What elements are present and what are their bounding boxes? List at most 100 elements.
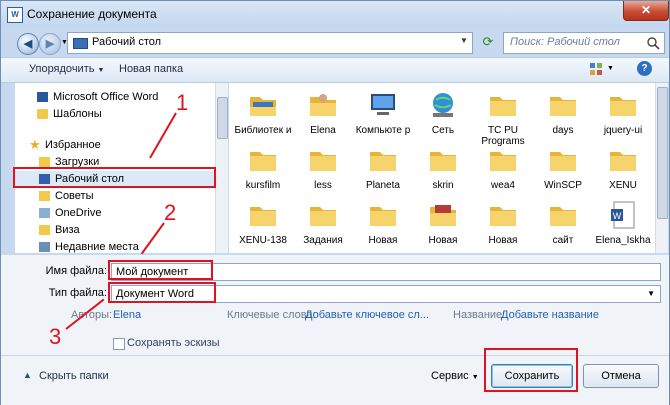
sidebar-item-label: Недавние места	[55, 241, 139, 253]
file-item[interactable]: Новая	[475, 195, 531, 253]
folder-icon	[367, 144, 399, 176]
file-item[interactable]: Новая	[355, 195, 411, 253]
folder-icon	[247, 144, 279, 176]
computer-icon	[367, 89, 399, 121]
view-dropdown-icon[interactable]: ▼	[607, 65, 614, 72]
file-item[interactable]: XENU	[595, 140, 651, 202]
search-placeholder[interactable]: Поиск: Рабочий стол	[510, 36, 620, 48]
chevron-up-icon[interactable]: ▲	[23, 370, 32, 380]
file-item[interactable]: days	[535, 85, 591, 147]
save-dialog: W Сохранение документа ✕ ◀ ▶ ▼ Рабочий с…	[0, 0, 670, 405]
library-icon	[247, 89, 279, 121]
file-name: Сеть	[431, 125, 455, 136]
scrollbar-thumb[interactable]	[657, 87, 668, 219]
sidebar-item-favorites[interactable]: ★ Избранное	[15, 137, 215, 154]
file-item[interactable]: kursfilm	[235, 140, 291, 202]
file-name: Библиотек и	[234, 125, 292, 136]
file-name: jquery-ui	[603, 125, 643, 136]
keywords-label: Ключевые слова:	[227, 309, 316, 321]
folder-icon	[487, 199, 519, 231]
file-item[interactable]: Компьюте р	[355, 85, 411, 147]
sidebar-item-onedrive[interactable]: OneDrive	[15, 205, 215, 222]
address-path[interactable]: Рабочий стол	[92, 36, 161, 48]
file-item[interactable]: Сеть	[415, 85, 471, 147]
view-options-icon[interactable]	[589, 62, 603, 76]
file-item[interactable]: XENU-138	[235, 195, 291, 253]
back-button[interactable]: ◀	[17, 33, 39, 55]
hide-folders-button[interactable]: Скрыть папки	[39, 370, 109, 382]
word-doc-icon: W	[607, 199, 639, 231]
keywords-value[interactable]: Добавьте ключевое сл...	[305, 309, 429, 321]
service-button[interactable]: Сервис ▼	[431, 370, 479, 382]
file-item[interactable]: TC PU Programs	[475, 85, 531, 147]
sidebar-item-label: Виза	[55, 224, 80, 236]
folder-icon	[487, 144, 519, 176]
window-title: Сохранение документа	[27, 7, 157, 21]
file-list-scrollbar[interactable]	[655, 83, 668, 253]
sidebar-item-visa[interactable]: Виза	[15, 222, 215, 239]
save-thumbnails-label[interactable]: Сохранять эскизы	[127, 337, 220, 349]
file-name: Elena	[310, 125, 336, 136]
save-thumbnails-checkbox[interactable]	[113, 338, 125, 350]
search-input[interactable]: Поиск: Рабочий стол	[503, 32, 665, 54]
file-item[interactable]: less	[295, 140, 351, 202]
svg-text:W: W	[613, 211, 622, 221]
file-name: Planeta	[366, 180, 400, 191]
sidebar-scrollbar[interactable]	[215, 83, 228, 253]
refresh-icon[interactable]: ⟳	[479, 32, 497, 52]
folder-icon	[307, 144, 339, 176]
star-icon: ★	[29, 137, 41, 152]
sidebar-item-label: Советы	[55, 190, 94, 202]
help-icon[interactable]: ?	[637, 61, 652, 76]
file-name: skrin	[432, 180, 454, 191]
file-item[interactable]: Новая	[415, 195, 471, 253]
command-toolbar: Упорядочить ▼ Новая папка ▼ ?	[1, 57, 669, 83]
file-item[interactable]: WinSCP	[535, 140, 591, 202]
file-item[interactable]: wea4	[475, 140, 531, 202]
title-label: Название:	[453, 309, 506, 321]
folder-icon	[607, 144, 639, 176]
close-button[interactable]: ✕	[623, 1, 669, 21]
file-name: kursfilm	[245, 180, 281, 191]
word-icon	[37, 92, 48, 102]
forward-button[interactable]: ▶	[39, 33, 61, 55]
highlight-filename	[108, 260, 213, 280]
file-name: wea4	[491, 180, 515, 191]
folder-icon	[487, 89, 519, 121]
picture-folder-icon	[427, 199, 459, 231]
file-item[interactable]: Planeta	[355, 140, 411, 202]
folder-icon	[39, 191, 50, 201]
sidebar-item-tips[interactable]: Советы	[15, 188, 215, 205]
file-name: Elena_Iskha	[595, 235, 651, 246]
folder-icon	[547, 199, 579, 231]
file-item[interactable]: Библиотек и	[235, 85, 291, 147]
file-item[interactable]: skrin	[415, 140, 471, 202]
address-bar[interactable]: Рабочий стол ▼	[67, 32, 473, 54]
annotation-number-3: 3	[49, 324, 62, 349]
cancel-button[interactable]: Отмена	[583, 364, 659, 388]
user-folder-icon	[307, 89, 339, 121]
scrollbar-thumb[interactable]	[217, 97, 228, 139]
authors-value[interactable]: Elena	[113, 309, 141, 321]
sidebar-item-recent[interactable]: Недавние места	[15, 239, 215, 253]
file-name: XENU-138	[239, 235, 287, 246]
desktop-icon	[73, 38, 88, 49]
file-item[interactable]: jquery-ui	[595, 85, 651, 147]
file-item[interactable]: сайт	[535, 195, 591, 253]
new-folder-button[interactable]: Новая папка	[119, 63, 183, 75]
search-icon[interactable]	[646, 36, 660, 50]
title-value[interactable]: Добавьте название	[501, 309, 599, 321]
folder-icon	[307, 199, 339, 231]
organize-button[interactable]: Упорядочить ▼	[29, 63, 104, 75]
file-name: XENU	[609, 180, 637, 191]
annotation-number-1: 1	[176, 90, 189, 115]
file-item[interactable]: Elena	[295, 85, 351, 147]
highlight-save	[484, 348, 578, 392]
file-item[interactable]: Задания	[295, 195, 351, 253]
file-item[interactable]: W Elena_Iskha	[595, 195, 651, 253]
address-dropdown-icon[interactable]: ▼	[460, 36, 468, 45]
file-name: less	[314, 180, 332, 191]
filetype-label: Тип файла:	[48, 287, 107, 299]
folder-icon	[547, 89, 579, 121]
file-name: Новая	[368, 235, 398, 246]
